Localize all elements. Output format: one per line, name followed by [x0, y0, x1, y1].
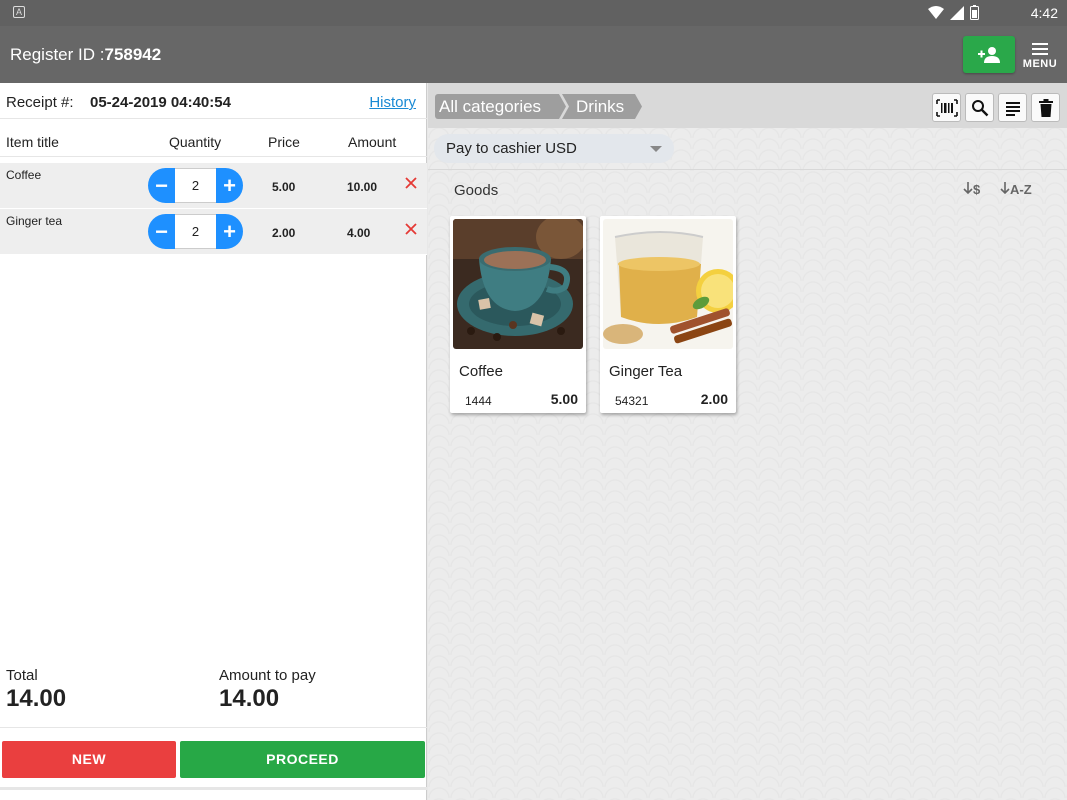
remove-item-icon[interactable]	[403, 175, 419, 191]
dropdown-caret-icon	[650, 146, 662, 152]
register-id: Register ID :758942	[10, 45, 161, 65]
item-price: 5.00	[272, 180, 296, 194]
app-bar: Register ID :758942 MENU	[0, 26, 1067, 83]
new-button[interactable]: NEW	[2, 741, 176, 778]
receipt-label: Receipt #:	[6, 94, 74, 111]
list-view-button[interactable]	[998, 93, 1027, 122]
divider	[0, 787, 427, 790]
receipt-item-row: Coffee − 2 + 5.00 10.00	[0, 163, 427, 209]
receipt-panel: Receipt #: 05-24-2019 04:40:54 History I…	[0, 83, 427, 800]
barcode-icon	[935, 98, 958, 117]
product-name: Ginger Tea	[609, 363, 683, 380]
product-image-coffee	[453, 219, 583, 349]
menu-label: MENU	[1022, 58, 1058, 70]
increase-quantity-button[interactable]: +	[216, 168, 243, 203]
list-icon	[1005, 101, 1020, 116]
receipt-column-headers: Item title Quantity Price Amount	[0, 119, 427, 157]
goods-section-label: Goods	[454, 182, 499, 199]
payment-method-value: Pay to cashier USD	[446, 140, 577, 157]
product-code: 1444	[465, 394, 492, 408]
register-id-label: Register ID :	[10, 45, 105, 64]
arrow-down-icon	[963, 182, 973, 195]
battery-icon	[970, 5, 979, 20]
arrow-down-icon	[1000, 182, 1010, 195]
add-customer-button[interactable]	[963, 36, 1015, 73]
add-person-icon	[978, 46, 1000, 63]
product-card[interactable]: Ginger Tea 54321 2.00	[600, 216, 736, 413]
product-image-ginger-tea	[603, 219, 733, 349]
column-amount: Amount	[348, 134, 397, 150]
payment-method-select[interactable]: Pay to cashier USD	[434, 134, 674, 163]
hamburger-icon	[1032, 43, 1048, 55]
product-price: 2.00	[700, 391, 728, 407]
remove-item-icon[interactable]	[403, 221, 419, 237]
decrease-quantity-button[interactable]: −	[148, 168, 175, 203]
amount-to-pay-value: 14.00	[219, 685, 280, 712]
sort-by-price-button[interactable]: $	[963, 182, 980, 197]
trash-icon	[1038, 98, 1053, 117]
product-price: 5.00	[550, 391, 578, 407]
column-item-title: Item title	[6, 134, 59, 150]
total-value: 14.00	[6, 685, 67, 712]
breadcrumb-drinks[interactable]: Drinks	[562, 94, 642, 119]
search-button[interactable]	[965, 93, 994, 122]
breadcrumb: All categories Drinks	[428, 83, 1067, 128]
barcode-button[interactable]	[932, 93, 961, 122]
amount-to-pay-label: Amount to pay	[219, 667, 316, 684]
receipt-header: Receipt #: 05-24-2019 04:40:54 History	[0, 83, 427, 119]
product-code: 54321	[615, 394, 649, 408]
clock: 4:42	[1030, 5, 1058, 21]
quantity-stepper: − 2 +	[148, 168, 243, 203]
app-notification-icon: A	[13, 6, 25, 18]
status-bar: A 4:42	[0, 0, 1067, 26]
product-name: Coffee	[459, 363, 503, 380]
total-label: Total	[6, 667, 38, 684]
menu-button[interactable]: MENU	[1020, 40, 1060, 76]
sort-price-label: $	[973, 182, 981, 197]
status-icons	[928, 5, 979, 20]
search-icon	[971, 99, 988, 116]
item-amount: 4.00	[347, 226, 371, 240]
product-card[interactable]: Coffee 1444 5.00	[450, 216, 586, 413]
clear-button[interactable]	[1031, 93, 1060, 122]
receipt-item-row: Ginger tea − 2 + 2.00 4.00	[0, 209, 427, 255]
register-id-value: 758942	[104, 45, 162, 64]
wifi-icon	[928, 5, 944, 19]
catalog-panel: All categories Drinks Pay to cashier USD…	[428, 83, 1067, 800]
item-price: 2.00	[272, 226, 296, 240]
history-link[interactable]: History	[369, 94, 416, 111]
decrease-quantity-button[interactable]: −	[148, 214, 175, 249]
proceed-button[interactable]: PROCEED	[180, 741, 425, 778]
column-price: Price	[268, 134, 300, 150]
item-amount: 10.00	[347, 180, 378, 194]
quantity-stepper: − 2 +	[148, 214, 243, 249]
breadcrumb-all-categories[interactable]: All categories	[435, 94, 566, 119]
quantity-input[interactable]: 2	[175, 168, 216, 203]
column-quantity: Quantity	[169, 134, 222, 150]
item-title: Coffee	[6, 168, 42, 182]
totals-section: Total 14.00 Amount to pay 14.00	[0, 663, 427, 728]
signal-icon	[950, 5, 964, 20]
quantity-input[interactable]: 2	[175, 214, 216, 249]
increase-quantity-button[interactable]: +	[216, 214, 243, 249]
item-title: Ginger tea	[6, 214, 63, 228]
sort-name-label: A-Z	[1010, 182, 1032, 197]
sort-by-name-button[interactable]: A-Z	[1000, 182, 1032, 197]
receipt-number: 05-24-2019 04:40:54	[90, 94, 231, 111]
payment-bar: Pay to cashier USD	[428, 128, 1067, 170]
